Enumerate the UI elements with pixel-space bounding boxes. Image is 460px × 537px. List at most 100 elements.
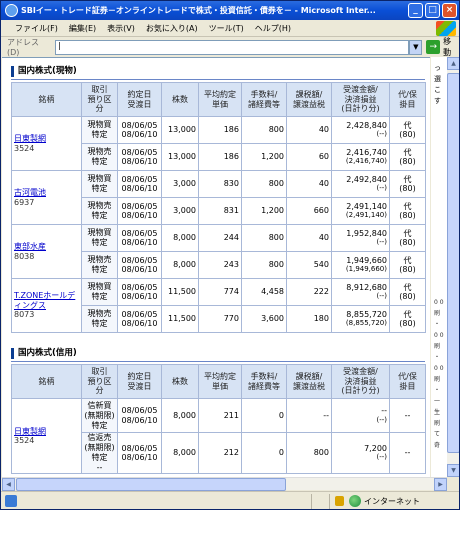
menu-tools[interactable]: ツール(T) <box>209 23 244 34</box>
trade-type-cell: 信返売 (無期限) 特定 -- <box>81 432 118 474</box>
fee-cell: 4,458 <box>241 278 287 306</box>
collateral-ratio: (80) <box>399 265 416 274</box>
collateral-cell: 代 (80) <box>389 278 426 306</box>
stock-code: 6937 <box>14 197 35 207</box>
trade-type: 現物買 <box>87 120 112 129</box>
collateral-flag: -- <box>404 410 411 420</box>
account-type: 特定 <box>91 265 108 274</box>
scroll-right-icon[interactable]: ▶ <box>434 478 447 491</box>
table-header-row: 銘柄 取引 預り区分 約定日 受渡日 株数 平均約定 単価 手数料/ 諸経費等 課税額/ 譲… <box>11 82 426 117</box>
trade-date: 08/06/05 <box>121 120 158 130</box>
address-dropdown-icon[interactable]: ▼ <box>409 39 423 55</box>
amount-cell: 2,416,740 (2,416,740) <box>331 143 390 171</box>
menu-favorites[interactable]: お気に入り(A) <box>146 23 198 34</box>
account-type: 特定 <box>91 157 108 166</box>
column-header: 銘柄 <box>11 364 82 399</box>
collateral-cell: -- <box>389 432 426 474</box>
collateral-cell: 代 (80) <box>389 197 426 225</box>
status-bar: インターネット <box>1 491 459 509</box>
trade-type: 現物売 <box>87 309 112 318</box>
date-cell: 08/06/05 08/06/10 <box>117 197 162 225</box>
settlement-amount: 2,491,140 <box>346 201 387 211</box>
browser-window: SBIイー・トレード証券－オンライントレードで株式・投資信託・債券を－ - Mi… <box>0 0 460 510</box>
scroll-down-icon[interactable]: ▼ <box>447 464 459 477</box>
price-cell: 186 <box>198 116 242 144</box>
settle-date: 08/06/10 <box>121 211 158 220</box>
settlement-amount: 8,912,680 <box>346 282 387 292</box>
shares-cell: 11,500 <box>161 278 199 306</box>
amount-cell: 1,949,660 (1,949,660) <box>331 251 390 279</box>
trade-type-cell: 現物売 特定 <box>81 251 118 279</box>
vertical-scrollbar[interactable]: ▲ ▼ <box>447 57 459 477</box>
settlement-amount: -- <box>381 406 387 415</box>
account-type: 特定 <box>91 211 108 220</box>
day-trade-pl: (8,855,720) <box>345 319 387 327</box>
collateral-ratio: (80) <box>399 292 416 301</box>
address-input[interactable]: | <box>54 39 410 55</box>
cash-section-title: 国内株式(現物) <box>11 66 77 77</box>
cash-section-rule <box>11 79 425 80</box>
trade-type: 現物売 <box>87 147 112 156</box>
shares-cell: 13,000 <box>161 116 199 144</box>
status-separator <box>329 494 330 509</box>
maximize-button[interactable]: □ <box>425 3 440 18</box>
column-header: 受渡金額/ 決済損益 (日計り分) <box>331 364 390 399</box>
trade-term: (無期限) <box>84 410 115 420</box>
collateral-ratio: (80) <box>399 238 416 247</box>
amount-cell: 2,492,840 (--) <box>331 170 390 198</box>
collateral-cell: -- <box>389 398 426 433</box>
table-row: 日東製網 3524 現物買 特定 08/06/05 08/06/10 13,000 186 80… <box>11 116 426 171</box>
price-cell: 774 <box>198 278 242 306</box>
stock-name-link[interactable]: 古河電池 <box>14 188 79 198</box>
settle-date: 08/06/10 <box>121 453 158 462</box>
trade-type-cell: 信新買 (無期限) 特定 <box>81 398 118 433</box>
date-cell: 08/06/05 08/06/10 <box>117 278 162 306</box>
price-cell: 243 <box>198 251 242 279</box>
menu-file[interactable]: ファイル(F) <box>15 23 58 34</box>
collateral-flag: 代 <box>403 174 412 184</box>
stock-name-link[interactable]: T.ZONEホールディングス <box>14 291 79 310</box>
fee-cell: 1,200 <box>241 143 287 171</box>
horizontal-scrollbar[interactable]: ◀ ▶ <box>2 477 447 491</box>
collateral-ratio: (80) <box>399 211 416 220</box>
stock-name-link[interactable]: 日東製網 <box>14 427 79 437</box>
account-type: 特定 <box>91 319 108 328</box>
price-cell: 770 <box>198 305 242 333</box>
vertical-scroll-thumb[interactable] <box>447 73 459 453</box>
date-cell: 08/06/05 08/06/10 <box>117 170 162 198</box>
go-arrow-icon[interactable]: → <box>426 40 441 54</box>
shares-cell: 8,000 <box>161 224 199 252</box>
go-button[interactable]: 移動 <box>443 36 459 58</box>
menu-edit[interactable]: 編集(E) <box>69 23 96 34</box>
trade-type-cell: 現物買 特定 <box>81 224 118 252</box>
stock-name-link[interactable]: 東部水産 <box>14 242 79 252</box>
menu-help[interactable]: ヘルプ(H) <box>255 23 291 34</box>
settlement-amount: 2,492,840 <box>346 174 387 184</box>
collateral-flag: 代 <box>403 147 412 157</box>
collateral-flag: 代 <box>403 120 412 130</box>
horizontal-scroll-thumb[interactable] <box>16 478 286 491</box>
tax-cell: 540 <box>286 251 332 279</box>
table-row: T.ZONEホールディングス 8073 現物買 特定 08/06/05 08/06/10 1… <box>11 278 426 333</box>
collateral-ratio: (80) <box>399 157 416 166</box>
column-header: 手数料/ 諸経費等 <box>241 364 287 399</box>
table-row: 古河電池 6937 現物買 特定 08/06/05 08/06/10 3,000 830 800… <box>11 170 426 225</box>
scroll-left-icon[interactable]: ◀ <box>2 478 15 491</box>
day-trade-pl: (--) <box>376 415 387 424</box>
collateral-flag: 代 <box>403 282 412 292</box>
column-header: 受渡金額/ 決済損益 (日計り分) <box>331 82 390 117</box>
windows-logo-icon <box>436 21 456 36</box>
tax-cell: 60 <box>286 143 332 171</box>
menu-view[interactable]: 表示(V) <box>107 23 135 34</box>
column-header: 取引 預り区 分 <box>81 364 118 399</box>
close-button[interactable]: × <box>442 3 457 18</box>
stock-name-link[interactable]: 日東製網 <box>14 134 79 144</box>
minimize-button[interactable]: _ <box>408 3 423 18</box>
table-header-row: 銘柄 取引 預り区 分約定日 受渡日 株数 平均約定 単価 手数料/ 諸経費等 課税額/ … <box>11 364 426 399</box>
collateral-flag: 代 <box>403 255 412 265</box>
collateral-flag: 代 <box>403 309 412 319</box>
stock-cell: 日東製網 3524 <box>11 116 82 171</box>
scroll-up-icon[interactable]: ▲ <box>447 57 459 70</box>
page-status-icon <box>5 495 17 507</box>
trade-type: 現物買 <box>87 228 112 237</box>
